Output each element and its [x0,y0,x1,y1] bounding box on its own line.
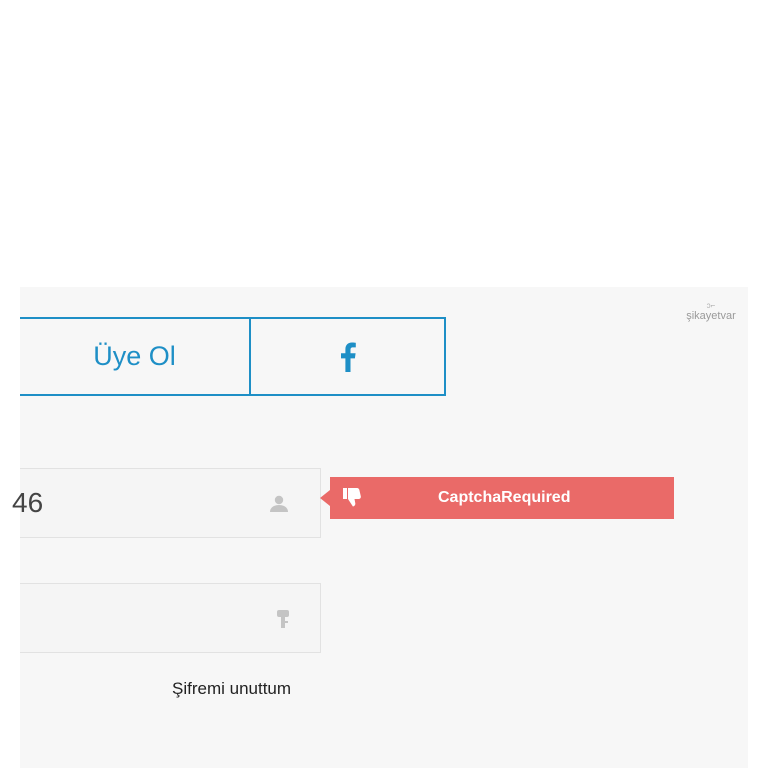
brand-mark-icon: ↄ⌐ [706,301,716,310]
captcha-alert: CaptchaRequired [320,477,674,519]
alert-arrow [320,490,330,506]
user-icon [268,494,290,519]
signup-label: Üye Ol [93,341,176,371]
facebook-icon [340,342,356,372]
username-field[interactable]: 46 [12,468,321,538]
brand-logo: ↄ⌐ şikayetvar [676,302,746,322]
alert-message: CaptchaRequired [438,489,571,506]
forgot-password-link[interactable]: Şifremi unuttum [172,679,291,699]
password-field[interactable] [20,583,321,653]
alert-box: CaptchaRequired [330,477,674,519]
brand-name: şikayetvar [686,310,736,322]
signup-button[interactable]: Üye Ol [20,317,251,396]
facebook-login-button[interactable] [251,317,446,396]
key-icon [276,609,290,634]
thumbs-down-icon [342,487,362,514]
username-value: 46 [12,487,44,518]
auth-button-row: Üye Ol [20,317,446,396]
